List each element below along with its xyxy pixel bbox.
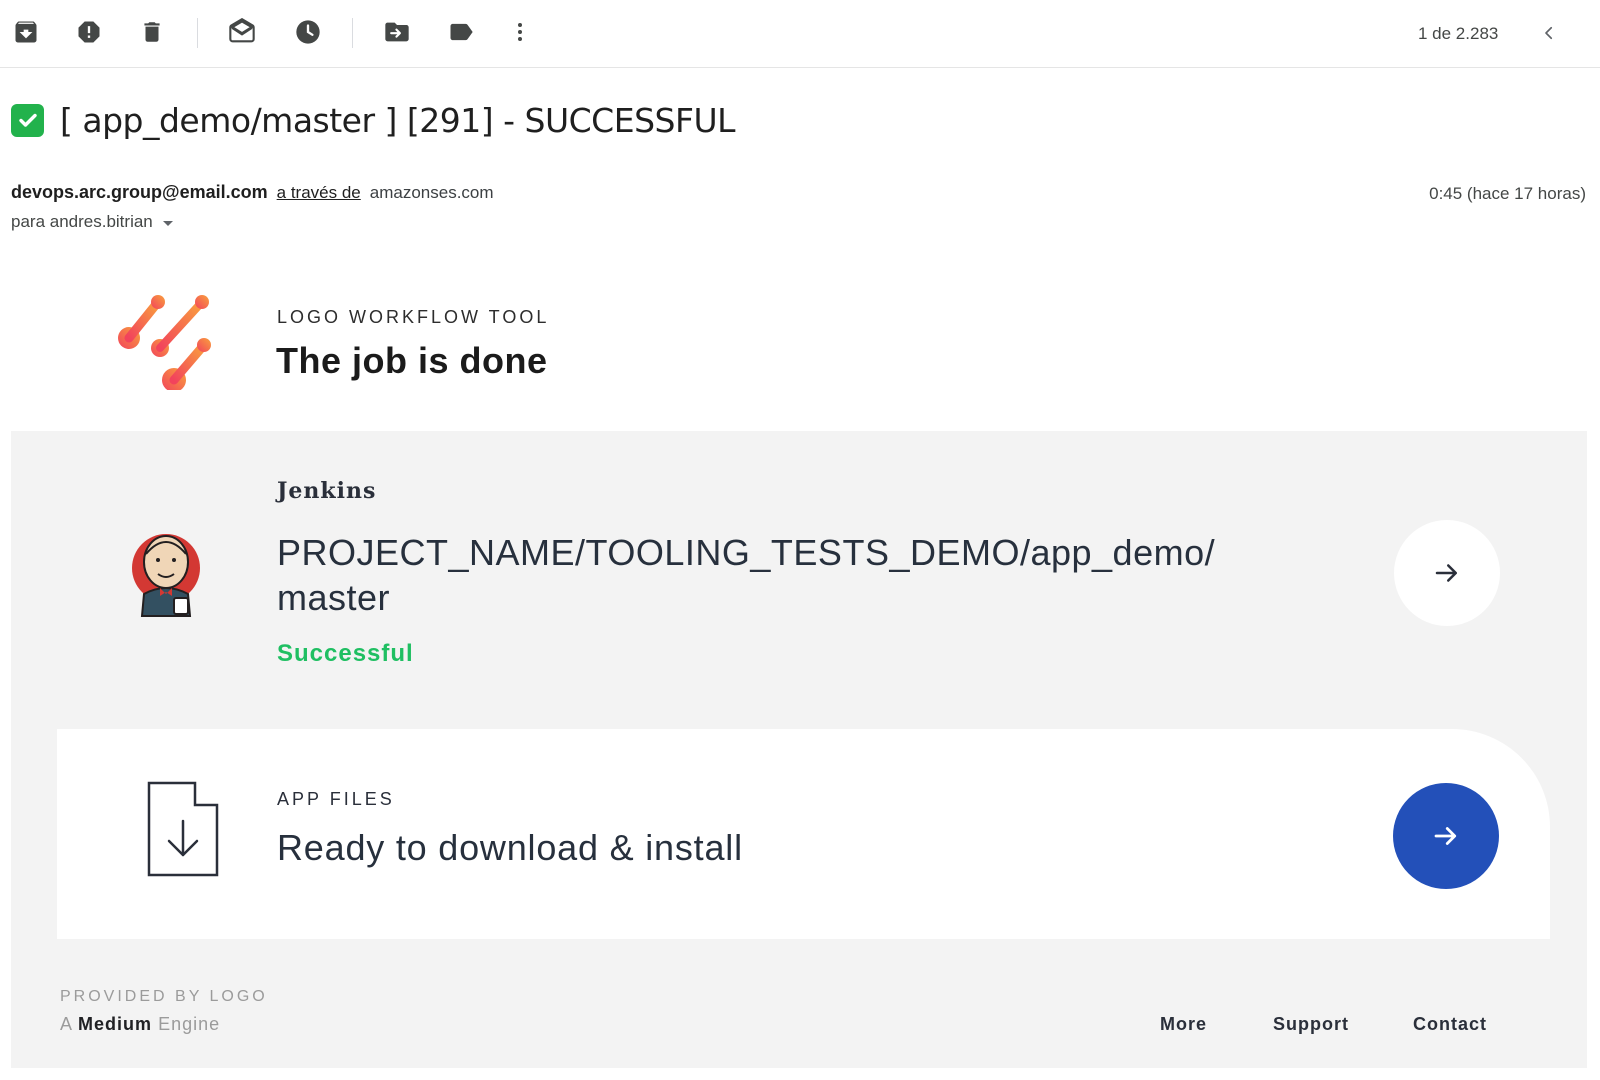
- email-date: 0:45 (hace 17 horas): [1429, 184, 1586, 203]
- brand-title: The job is done: [276, 340, 548, 381]
- pager-text: 1 de 2.283: [1418, 24, 1499, 43]
- mark-unread-icon[interactable]: [226, 16, 258, 48]
- arrow-right-icon: [1435, 564, 1457, 582]
- email-subject: [ app_demo/master ] [291] - SUCCESSFUL: [11, 100, 735, 140]
- app-files-label: APP FILES: [277, 789, 395, 809]
- footer-link-support[interactable]: Support: [1273, 1014, 1349, 1035]
- download-button[interactable]: [1393, 783, 1499, 889]
- file-download-icon: [147, 781, 219, 877]
- build-status: Successful: [277, 640, 414, 667]
- engine-suffix: Engine: [158, 1014, 221, 1034]
- sender-email[interactable]: devops.arc.group@email.com: [11, 182, 268, 202]
- subject-text: [ app_demo/master ] [291] - SUCCESSFUL: [60, 100, 735, 140]
- workflow-logo-icon: [114, 290, 214, 392]
- via-link[interactable]: a través de: [277, 183, 361, 202]
- project-path-line: master: [277, 577, 391, 618]
- brand-label: LOGO WORKFLOW TOOL: [277, 307, 550, 327]
- footer-link-more[interactable]: More: [1160, 1014, 1207, 1035]
- engine-prefix: A: [60, 1014, 73, 1034]
- jenkins-logo-icon: [130, 524, 202, 620]
- project-path: PROJECT_NAME/TOOLING_TESTS_DEMO/app_demo…: [277, 530, 1277, 620]
- toolbar-divider: [197, 18, 198, 48]
- footer-link-contact[interactable]: Contact: [1413, 1014, 1487, 1035]
- open-jenkins-button[interactable]: [1394, 520, 1500, 626]
- archive-icon[interactable]: [10, 16, 42, 48]
- toolbar-divider: [352, 18, 353, 48]
- chevron-left-icon[interactable]: [1534, 18, 1564, 48]
- snooze-icon[interactable]: [292, 16, 324, 48]
- more-icon[interactable]: [504, 16, 536, 48]
- engine-text: A Medium Engine: [60, 1014, 220, 1035]
- recipient-details-toggle[interactable]: para andres.bitrian: [11, 212, 173, 232]
- check-mark-icon: [11, 103, 44, 137]
- arrow-right-icon: [1434, 827, 1457, 845]
- caret-down-icon[interactable]: [162, 220, 173, 226]
- provided-by-text: PROVIDED BY LOGO: [60, 988, 268, 1005]
- delete-icon[interactable]: [136, 16, 168, 48]
- project-path-line: PROJECT_NAME/TOOLING_TESTS_DEMO/app_demo…: [277, 532, 1216, 573]
- sender-line: devops.arc.group@email.com a través de a…: [11, 182, 494, 203]
- jenkins-name: Jenkins: [277, 478, 377, 504]
- email-toolbar: 1 de 2.283: [0, 0, 1600, 68]
- engine-bold: Medium: [78, 1014, 153, 1034]
- via-domain: amazonses.com: [369, 183, 494, 202]
- app-files-title: Ready to download & install: [277, 827, 743, 868]
- report-spam-icon[interactable]: [73, 16, 105, 48]
- label-icon[interactable]: [445, 16, 477, 48]
- recipient-text: para andres.bitrian: [11, 212, 153, 231]
- move-to-icon[interactable]: [381, 16, 413, 48]
